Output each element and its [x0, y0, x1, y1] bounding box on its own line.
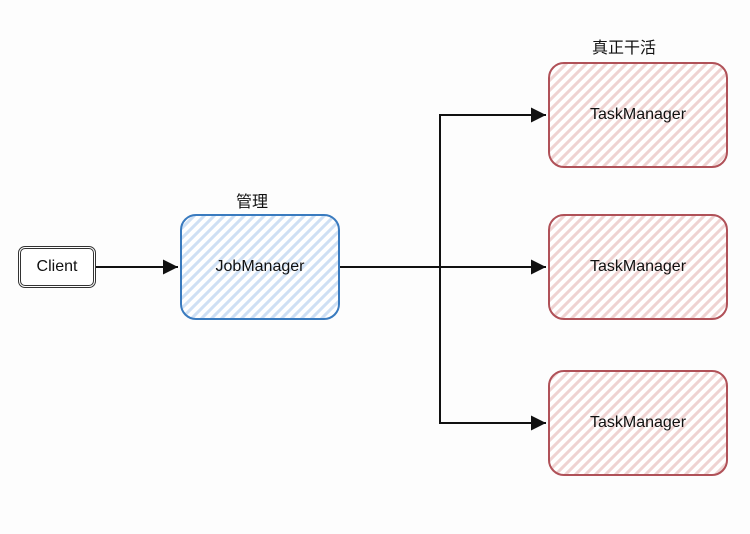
taskmanager-node-3: TaskManager	[548, 370, 728, 476]
taskmanager-label-3: TaskManager	[590, 414, 686, 432]
jobmanager-label: JobManager	[216, 258, 305, 276]
jobmanager-annotation: 管理	[236, 188, 268, 212]
taskmanager-annotation: 真正干活	[592, 34, 656, 58]
taskmanager-node-2: TaskManager	[548, 214, 728, 320]
client-node: Client	[18, 246, 96, 288]
taskmanager-label-1: TaskManager	[590, 106, 686, 124]
taskmanager-node-1: TaskManager	[548, 62, 728, 168]
client-label: Client	[37, 258, 78, 276]
jobmanager-node: JobManager	[180, 214, 340, 320]
taskmanager-label-2: TaskManager	[590, 258, 686, 276]
